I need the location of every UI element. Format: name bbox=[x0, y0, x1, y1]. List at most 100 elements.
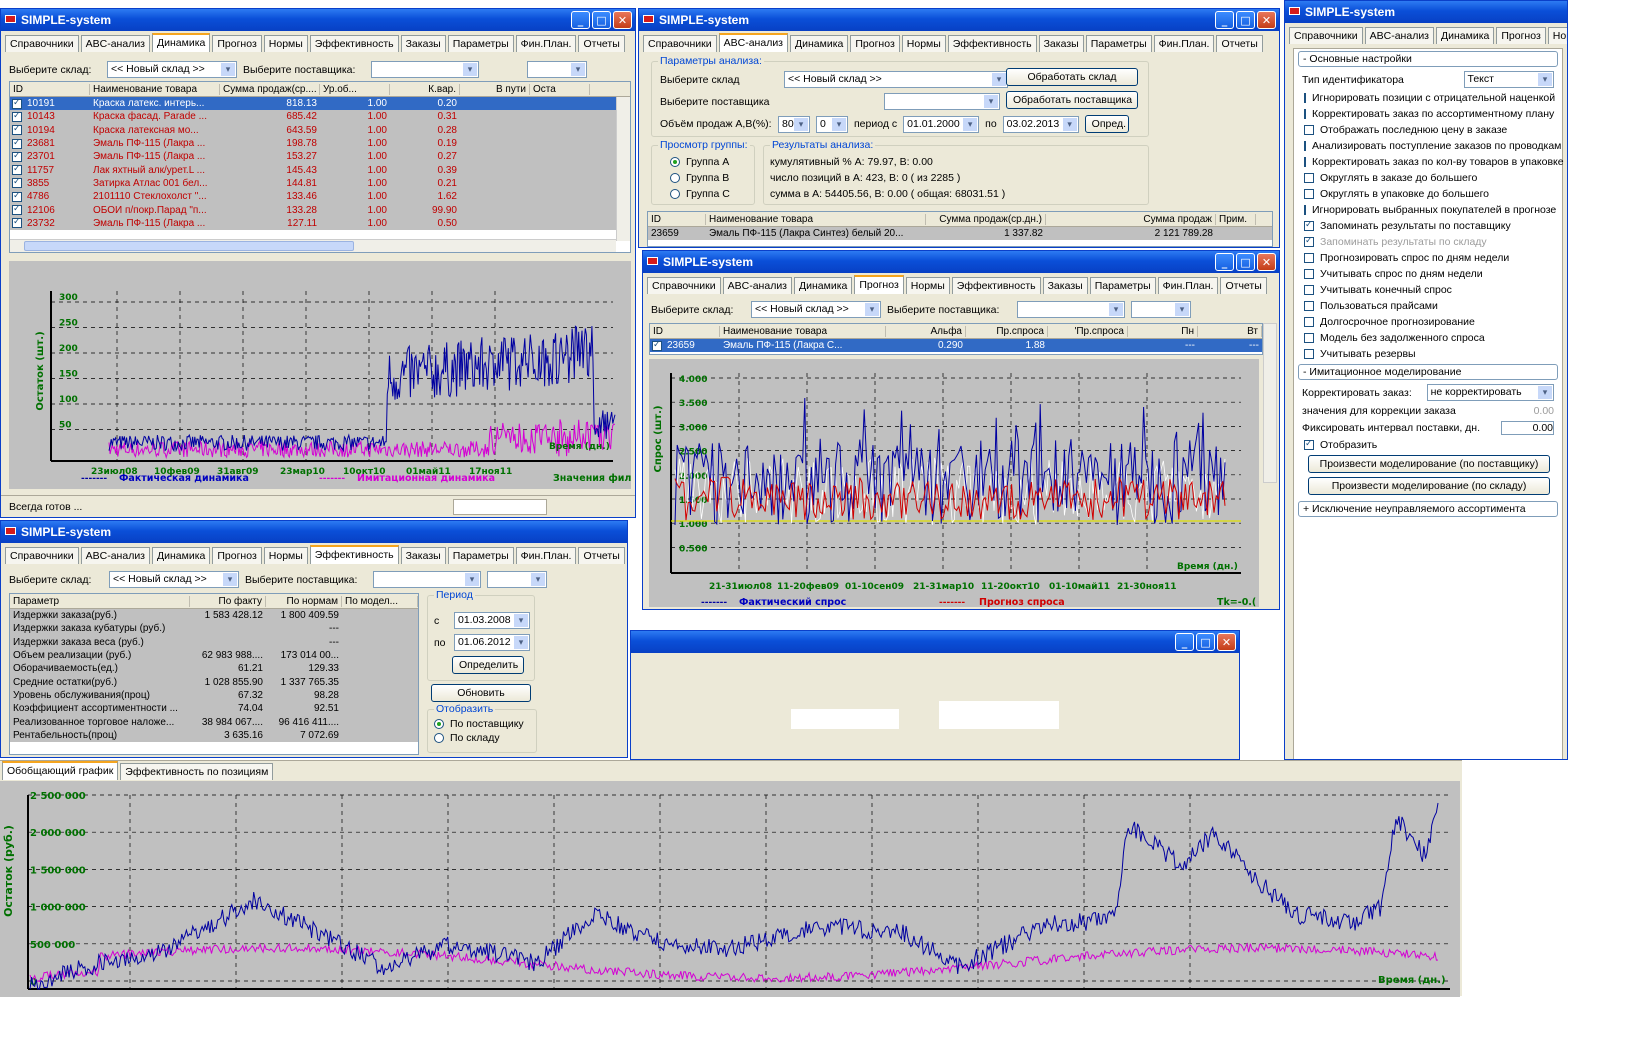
col-header[interactable]: Альфа bbox=[886, 325, 966, 337]
checkbox[interactable] bbox=[1304, 173, 1314, 183]
tab[interactable]: Заказы bbox=[1042, 277, 1088, 294]
col-header[interactable]: Параметр bbox=[10, 595, 190, 607]
by-store-radio[interactable]: По складу bbox=[428, 730, 536, 744]
table-row[interactable]: Объем реализации (руб.) 62 983 988.... 173… bbox=[10, 648, 418, 663]
store-select[interactable]: << Новый склад >> bbox=[109, 571, 239, 588]
tab[interactable]: Динамика bbox=[1436, 27, 1495, 44]
tab[interactable]: Динамика bbox=[794, 277, 853, 294]
show-checkbox-row[interactable]: Отобразить bbox=[1294, 437, 1562, 453]
checkbox[interactable] bbox=[1304, 253, 1314, 263]
simulate-store-button[interactable]: Произвести моделирование (по складу) bbox=[1308, 477, 1550, 495]
checkbox[interactable] bbox=[1304, 141, 1306, 151]
col-header[interactable]: Сумма продаж(ср.дн.) bbox=[926, 213, 1046, 225]
checkbox[interactable] bbox=[1304, 157, 1306, 167]
tab[interactable]: Фин.План. bbox=[515, 35, 577, 52]
row-checkbox[interactable] bbox=[12, 98, 22, 109]
tab[interactable]: Справочники bbox=[1289, 27, 1363, 44]
row-checkbox[interactable] bbox=[12, 178, 22, 189]
tab[interactable]: Эффективность bbox=[947, 35, 1037, 52]
setting-option[interactable]: Учитывать спрос по дням недели bbox=[1294, 266, 1562, 282]
correct-select[interactable]: не корректировать bbox=[1426, 384, 1554, 401]
tab-summary-chart[interactable]: Обобщающий график bbox=[2, 761, 119, 780]
setting-option[interactable]: Игнорировать выбранных покупателей в про… bbox=[1294, 202, 1562, 218]
table-row[interactable]: Рентабельность(проц) 3 635.16 7 072.69 bbox=[10, 728, 418, 742]
table-row[interactable]: 4786 2101110 Стеклохолст "... 133.46 1.00 1.… bbox=[10, 190, 630, 204]
tab[interactable]: Справочники bbox=[5, 547, 79, 564]
group-a-radio[interactable]: Группа А bbox=[652, 154, 754, 170]
minimize-icon[interactable]: _ bbox=[571, 11, 590, 29]
table-row[interactable]: Оборачиваемость(ед.) 61.21 129.33 bbox=[10, 662, 418, 676]
table-row[interactable]: Коэффициент ассортиментности ... 74.04 92.… bbox=[10, 702, 418, 716]
date-to-picker[interactable]: 03.02.2013 bbox=[1002, 115, 1079, 133]
minimize-icon[interactable]: _ bbox=[1175, 633, 1194, 651]
tab[interactable]: Заказы bbox=[400, 547, 446, 564]
process-store-button[interactable]: Обработать склад bbox=[1006, 68, 1138, 86]
setting-option[interactable]: Модель без задолженного спроса bbox=[1294, 330, 1562, 346]
setting-option[interactable]: Отображать последнюю цену в заказе bbox=[1294, 122, 1562, 138]
col-header[interactable]: Ур.об... bbox=[320, 83, 390, 95]
table-row[interactable]: Средние остатки(руб.) 1 028 855.90 1 337 7… bbox=[10, 675, 418, 689]
checkbox[interactable] bbox=[1304, 93, 1306, 103]
tab[interactable]: Нормы bbox=[905, 277, 950, 294]
minimize-icon[interactable]: _ bbox=[1215, 253, 1234, 271]
tab[interactable]: Заказы bbox=[400, 35, 446, 52]
col-header[interactable]: Прим. bbox=[1216, 213, 1256, 225]
checkbox[interactable] bbox=[1304, 109, 1306, 119]
vertical-scrollbar[interactable] bbox=[616, 97, 630, 241]
setting-option[interactable]: Прогнозировать спрос по дням недели bbox=[1294, 250, 1562, 266]
col-header[interactable]: К.вар. bbox=[390, 83, 460, 95]
checkbox[interactable] bbox=[1304, 189, 1314, 199]
tab[interactable]: Параметры bbox=[1089, 277, 1156, 294]
col-header[interactable]: ID bbox=[10, 83, 90, 95]
process-supplier-button[interactable]: Обработать поставщика bbox=[1006, 91, 1138, 109]
tab[interactable]: Заказы bbox=[1038, 35, 1084, 52]
table-row[interactable]: 10191 Краска латекс. интерь... 818.13 1.00 0… bbox=[10, 97, 630, 111]
col-header[interactable]: Пн bbox=[1128, 325, 1198, 337]
checkbox[interactable] bbox=[1304, 317, 1314, 327]
tab-active[interactable]: Динамика bbox=[152, 33, 211, 52]
row-checkbox[interactable] bbox=[12, 111, 22, 122]
vertical-scrollbar[interactable] bbox=[1263, 323, 1277, 483]
row-checkbox[interactable] bbox=[12, 191, 22, 202]
group-b-radio[interactable]: Группа В bbox=[652, 170, 754, 186]
minimize-icon[interactable]: _ bbox=[1215, 11, 1234, 29]
refresh-button[interactable]: Обновить bbox=[431, 684, 531, 702]
tab[interactable]: Параметры bbox=[1085, 35, 1152, 52]
tab[interactable]: ABC-анализ bbox=[80, 35, 150, 52]
table-row[interactable]: 11757 Лак яхтный алк/урет.L ... 145.43 1.00… bbox=[10, 163, 630, 177]
simulate-supplier-button[interactable]: Произвести моделирование (по поставщику) bbox=[1308, 455, 1550, 473]
checkbox[interactable] bbox=[1304, 333, 1314, 343]
tab[interactable]: Фин.План. bbox=[515, 547, 577, 564]
checkbox[interactable] bbox=[1304, 269, 1314, 279]
id-type-select[interactable]: Текст bbox=[1463, 71, 1554, 88]
table-row[interactable]: Реализованное торговое наложе... 38 984 0… bbox=[10, 715, 418, 729]
table-row[interactable]: 3855 Затирка Атлас 001 бел... 144.81 1.00 0.… bbox=[10, 176, 630, 191]
tab[interactable]: Нормы bbox=[901, 35, 946, 52]
close-icon[interactable]: ✕ bbox=[613, 11, 632, 29]
col-header[interactable]: Оста bbox=[530, 83, 590, 95]
tab[interactable]: Нормы bbox=[263, 547, 308, 564]
table-row[interactable]: 12106 ОБОИ п/покр.Парад "п... 133.28 1.00 99… bbox=[10, 203, 630, 217]
supplier-select-2[interactable] bbox=[487, 571, 547, 588]
setting-option[interactable]: Долгосрочное прогнозирование bbox=[1294, 314, 1562, 330]
col-header[interactable]: Сумма продаж bbox=[1046, 213, 1216, 225]
setting-option[interactable]: Учитывать конечный спрос bbox=[1294, 282, 1562, 298]
setting-option[interactable]: Запоминать результаты по поставщику bbox=[1294, 218, 1562, 234]
table-row[interactable]: Издержки заказа веса (руб.) --- bbox=[10, 635, 418, 649]
supplier-select-2[interactable] bbox=[1131, 301, 1191, 318]
table-row[interactable]: 10194 Краска латексная мо... 643.59 1.00 0.2… bbox=[10, 123, 630, 137]
close-icon[interactable]: ✕ bbox=[1257, 11, 1276, 29]
table-row[interactable]: 23659 Эмаль ПФ-115 (Лакра С... 0.290 1.88 --… bbox=[650, 339, 1262, 353]
tab[interactable]: Отчеты bbox=[1220, 277, 1267, 294]
supplier-select-2[interactable] bbox=[527, 61, 587, 78]
row-checkbox[interactable] bbox=[12, 151, 22, 162]
titlebar[interactable]: SIMPLE-system bbox=[1285, 1, 1567, 23]
table-row[interactable]: 10143 Краска фасад. Parade ... 685.42 1.00 0… bbox=[10, 110, 630, 124]
checkbox[interactable] bbox=[1304, 235, 1314, 247]
checkbox[interactable] bbox=[1304, 125, 1314, 135]
table-row[interactable]: Издержки заказа кубатуры (руб.) --- bbox=[10, 622, 418, 636]
store-select[interactable]: << Новый склад >> bbox=[751, 301, 881, 318]
col-header[interactable]: Сумма продаж(ср.... bbox=[220, 83, 320, 95]
tab[interactable]: Прогноз bbox=[212, 547, 262, 564]
date-to-picker[interactable]: 01.06.2012 bbox=[454, 634, 530, 651]
